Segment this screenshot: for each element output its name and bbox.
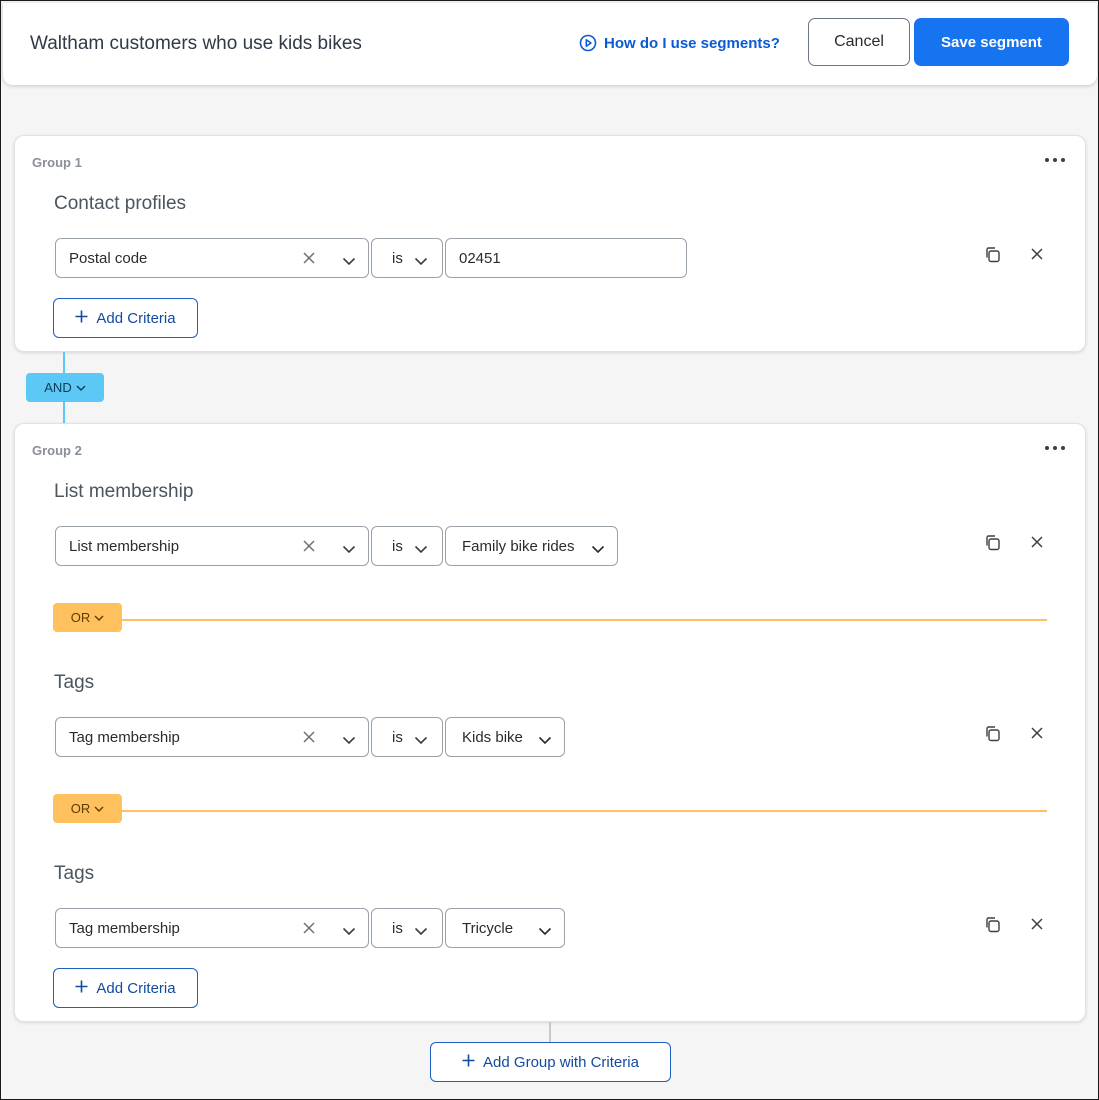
more-options-icon[interactable] <box>1045 444 1065 452</box>
chevron-down-icon <box>414 541 428 558</box>
plus-icon <box>75 980 88 997</box>
operator-value: is <box>392 537 403 555</box>
chevron-down-icon <box>414 923 428 940</box>
chevron-down-icon <box>94 801 104 816</box>
and-connector-line <box>63 402 65 424</box>
cancel-button[interactable]: Cancel <box>808 18 910 66</box>
criteria-field-select[interactable]: Tag membership <box>55 908 369 948</box>
copy-icon[interactable] <box>984 246 1001 268</box>
help-link-label: How do I use segments? <box>604 34 780 52</box>
group-connector-line <box>549 1022 551 1042</box>
page-title: Waltham customers who use kids bikes <box>30 33 362 54</box>
and-label: AND <box>44 380 72 395</box>
section-title: Tags <box>54 863 95 884</box>
group-2-card: Group 2 List membership List membership … <box>14 423 1086 1022</box>
criteria-field-select[interactable]: List membership <box>55 526 369 566</box>
operator-value: is <box>392 249 403 267</box>
chevron-down-icon[interactable] <box>342 541 356 558</box>
operator-select[interactable]: is <box>371 908 443 948</box>
tag-value-select[interactable]: Tricycle <box>445 908 565 948</box>
plus-icon <box>75 310 88 327</box>
chevron-down-icon <box>538 923 552 940</box>
or-operator-toggle[interactable]: OR <box>53 603 122 632</box>
header-bar: Waltham customers who use kids bikes How… <box>3 3 1097 85</box>
chevron-down-icon <box>94 610 104 625</box>
or-divider-line <box>122 619 1047 621</box>
operator-select[interactable]: is <box>371 526 443 566</box>
group-label: Group 2 <box>32 443 82 458</box>
criteria-field-value: List membership <box>69 537 180 555</box>
add-criteria-button[interactable]: Add Criteria <box>53 298 198 338</box>
clear-icon[interactable] <box>302 539 316 557</box>
copy-icon[interactable] <box>984 534 1001 556</box>
remove-criteria-icon[interactable] <box>1030 535 1044 554</box>
tag-value: Kids bike <box>462 728 523 746</box>
add-group-button[interactable]: Add Group with Criteria <box>430 1042 671 1082</box>
tag-value-select[interactable]: Kids bike <box>445 717 565 757</box>
copy-icon[interactable] <box>984 725 1001 747</box>
operator-select[interactable]: is <box>371 238 443 278</box>
or-divider-line <box>122 810 1047 812</box>
chevron-down-icon <box>414 732 428 749</box>
operator-value: is <box>392 919 403 937</box>
clear-icon[interactable] <box>302 921 316 939</box>
section-title: List membership <box>54 481 194 502</box>
add-criteria-label: Add Criteria <box>96 309 176 327</box>
play-circle-icon <box>579 34 597 52</box>
help-link[interactable]: How do I use segments? <box>579 34 780 52</box>
remove-criteria-icon[interactable] <box>1030 917 1044 936</box>
remove-criteria-icon[interactable] <box>1030 247 1044 266</box>
clear-icon[interactable] <box>302 730 316 748</box>
criteria-field-value: Postal code <box>69 249 148 267</box>
and-connector-line <box>63 352 65 373</box>
add-criteria-label: Add Criteria <box>96 979 176 997</box>
remove-criteria-icon[interactable] <box>1030 726 1044 745</box>
chevron-down-icon <box>414 253 428 270</box>
postal-code-input[interactable]: 02451 <box>445 238 687 278</box>
chevron-down-icon <box>591 541 605 558</box>
group-label: Group 1 <box>32 155 82 170</box>
criteria-field-select[interactable]: Tag membership <box>55 717 369 757</box>
operator-select[interactable]: is <box>371 717 443 757</box>
list-value: Family bike rides <box>462 537 575 555</box>
add-group-label: Add Group with Criteria <box>483 1053 639 1071</box>
postal-code-value: 02451 <box>459 249 501 267</box>
chevron-down-icon[interactable] <box>342 253 356 270</box>
chevron-down-icon[interactable] <box>342 923 356 940</box>
save-segment-button[interactable]: Save segment <box>914 18 1069 66</box>
operator-value: is <box>392 728 403 746</box>
list-value-select[interactable]: Family bike rides <box>445 526 618 566</box>
chevron-down-icon <box>76 380 86 395</box>
or-label: OR <box>70 801 91 816</box>
section-title: Tags <box>54 672 95 693</box>
criteria-field-value: Tag membership <box>69 919 180 937</box>
tag-value: Tricycle <box>462 919 514 937</box>
clear-icon[interactable] <box>302 251 316 269</box>
or-operator-toggle[interactable]: OR <box>53 794 122 823</box>
criteria-field-value: Tag membership <box>69 728 180 746</box>
chevron-down-icon <box>538 732 552 749</box>
add-criteria-button[interactable]: Add Criteria <box>53 968 198 1008</box>
chevron-down-icon[interactable] <box>342 732 356 749</box>
group-1-card: Group 1 Contact profiles Postal code is … <box>14 135 1086 352</box>
section-title: Contact profiles <box>54 193 187 214</box>
or-label: OR <box>70 610 91 625</box>
more-options-icon[interactable] <box>1045 156 1065 164</box>
and-operator-toggle[interactable]: AND <box>26 373 104 402</box>
criteria-field-select[interactable]: Postal code <box>55 238 369 278</box>
copy-icon[interactable] <box>984 916 1001 938</box>
plus-icon <box>462 1054 475 1071</box>
segment-builder: Waltham customers who use kids bikes How… <box>0 0 1099 1100</box>
